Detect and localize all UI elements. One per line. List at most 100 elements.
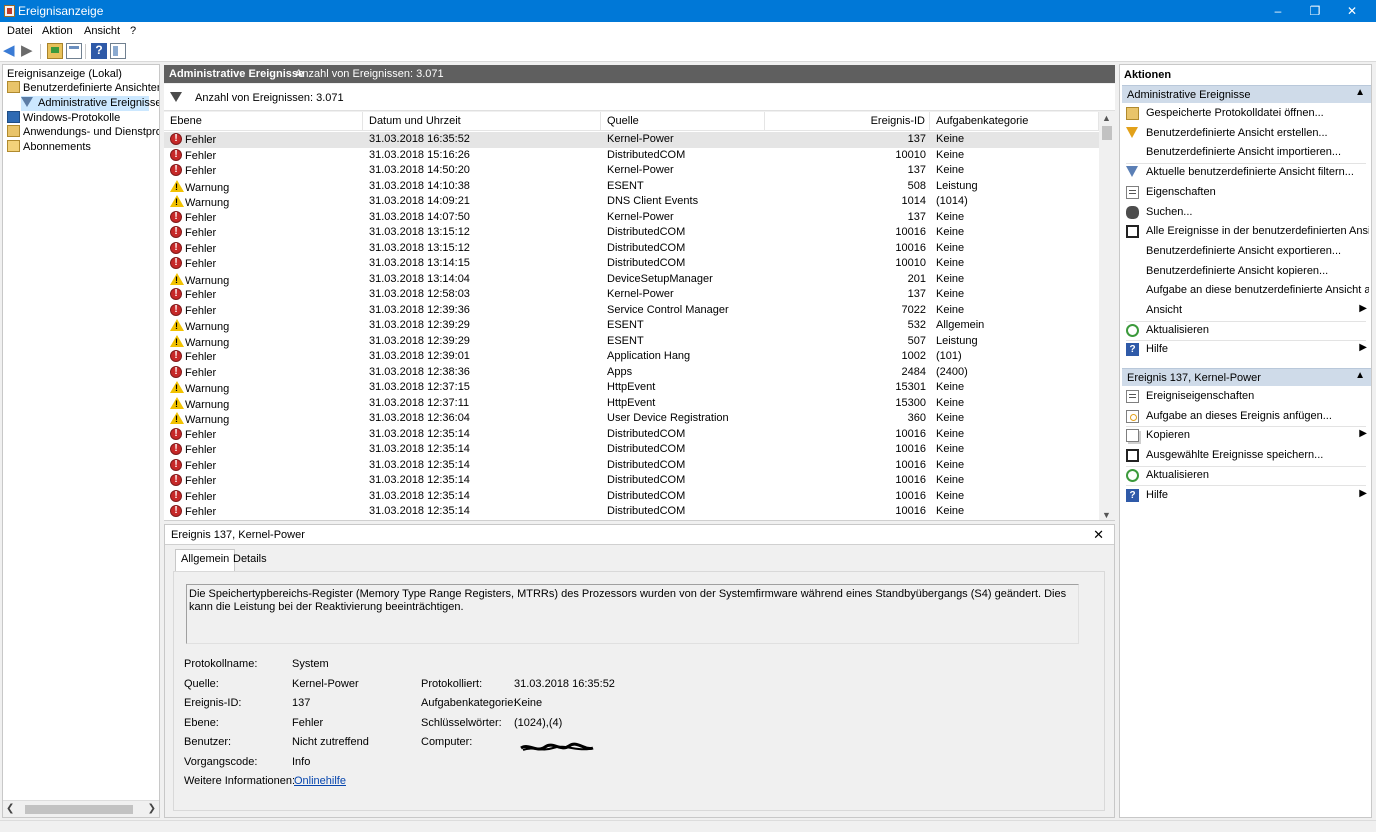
minimize-button[interactable]: – [1260,0,1296,22]
action-item[interactable]: ? Hilfe ▶ [1126,487,1369,505]
table-row[interactable]: Warnung 31.03.2018 12:37:15 HttpEvent 15301… [164,380,1099,396]
close-button[interactable]: ✕ [1334,0,1370,22]
table-row[interactable]: Fehler 31.03.2018 12:35:14 DistributedCOM 1… [164,458,1099,474]
table-row[interactable]: Warnung 31.03.2018 12:36:04 User Device Re… [164,411,1099,427]
action-item[interactable]: Aufgabe an diese benutzerdefinierte Ansi… [1126,282,1369,300]
help-icon[interactable]: ? [91,43,107,59]
action-item[interactable]: Benutzerdefinierte Ansicht importieren..… [1126,144,1369,162]
menu-ansicht[interactable]: Ansicht [84,25,120,37]
table-row[interactable]: Fehler 31.03.2018 12:39:36 Service Control… [164,303,1099,319]
table-row[interactable]: Fehler 31.03.2018 12:35:14 DistributedCOM 1… [164,473,1099,489]
tree-item-custom-views[interactable]: Benutzerdefinierte Ansichten [7,81,159,96]
maximize-button[interactable]: ❐ [1297,0,1333,22]
scrollbar-thumb[interactable] [1102,126,1112,140]
collapse-icon[interactable]: ▲ [1355,87,1365,98]
table-row[interactable]: Warnung 31.03.2018 13:14:04 DeviceSetupMan… [164,272,1099,288]
back-arrow-icon[interactable]: ◀ [3,43,19,59]
action-label: Hilfe [1146,343,1169,356]
menu-help[interactable]: ? [130,25,136,37]
table-row[interactable]: Warnung 31.03.2018 12:39:29 ESENT 507 Leistu… [164,334,1099,350]
table-row[interactable]: Fehler 31.03.2018 13:14:15 DistributedCOM 1… [164,256,1099,272]
table-row[interactable]: Fehler 31.03.2018 12:35:14 DistributedCOM 1… [164,442,1099,458]
event-description[interactable]: Die Speichertypbereichs-Register (Memory… [186,584,1079,644]
toolbar: ◀ ▶ ? [0,40,1376,62]
table-row[interactable]: Warnung 31.03.2018 12:37:11 HttpEvent 15300… [164,396,1099,412]
scroll-down-icon[interactable]: ▼ [1102,510,1111,520]
action-item[interactable]: Kopieren ▶ [1126,427,1369,445]
filter-icon[interactable] [170,92,182,102]
collapse-icon[interactable]: ▲ [1355,370,1365,381]
table-row[interactable]: Fehler 31.03.2018 12:35:14 DistributedCOM 1… [164,489,1099,505]
cell-date: 31.03.2018 12:35:14 [369,458,470,471]
column-header-category[interactable]: Aufgabenkategorie [930,112,1099,131]
column-header-date[interactable]: Datum und Uhrzeit [363,112,601,131]
table-row[interactable]: Fehler 31.03.2018 14:50:20 Kernel-Power 137… [164,163,1099,179]
action-item[interactable]: Aktuelle benutzerdefinierte Ansicht filt… [1126,164,1369,182]
field-value-logged: 31.03.2018 16:35:52 [514,678,615,690]
action-item[interactable]: Benutzerdefinierte Ansicht erstellen... [1126,125,1369,143]
forward-arrow-icon[interactable]: ▶ [21,43,37,59]
cell-category: Leistung [936,334,978,347]
table-row[interactable]: Fehler 31.03.2018 13:15:12 DistributedCOM 1… [164,241,1099,257]
menu-aktion[interactable]: Aktion [42,25,73,37]
action-item[interactable]: Aktualisieren [1126,467,1369,485]
action-item[interactable]: Benutzerdefinierte Ansicht exportieren..… [1126,243,1369,261]
actions-section-event[interactable]: Ereignis 137, Kernel-Power ▲ [1122,368,1371,386]
scrollbar-thumb[interactable] [25,805,133,814]
table-row[interactable]: Fehler 31.03.2018 14:07:50 Kernel-Power 137… [164,210,1099,226]
action-item[interactable]: Alle Ereignisse in der benutzerdefiniert… [1126,223,1369,241]
actions-section-admin-events[interactable]: Administrative Ereignisse ▲ [1122,85,1371,103]
action-label: Aktuelle benutzerdefinierte Ansicht filt… [1146,166,1354,179]
tree-item-admin-events[interactable]: Administrative Ereignisse [21,96,159,111]
close-icon[interactable]: ✕ [1093,527,1104,543]
action-item[interactable]: Ereigniseigenschaften [1126,388,1369,406]
action-item[interactable]: Ansicht ▶ [1126,302,1369,320]
action-item[interactable]: Aufgabe an dieses Ereignis anfügen... [1126,408,1369,426]
tree-item-app-logs[interactable]: Anwendungs- und Dienstproto [7,125,159,140]
action-item[interactable]: Eigenschaften [1126,184,1369,202]
properties-icon[interactable] [66,43,82,59]
table-row[interactable]: Fehler 31.03.2018 15:16:26 DistributedCOM 1… [164,148,1099,164]
table-row[interactable]: Fehler 31.03.2018 12:35:14 DistributedCOM 1… [164,427,1099,443]
table-row[interactable]: Fehler 31.03.2018 13:15:12 DistributedCOM 1… [164,225,1099,241]
action-label: Aktualisieren [1146,468,1209,481]
table-row[interactable]: Fehler 31.03.2018 12:38:36 Apps 2484 (2400) [164,365,1099,381]
table-row[interactable]: Warnung 31.03.2018 14:10:38 ESENT 508 Leistu… [164,179,1099,195]
table-row[interactable]: Warnung 31.03.2018 14:09:21 DNS Client Eve… [164,194,1099,210]
scroll-left-icon[interactable]: ❮ [6,803,14,814]
tab-details[interactable]: Details [228,550,272,570]
field-value-source: Kernel-Power [292,678,359,690]
tree-horizontal-scrollbar[interactable]: ❮ ❯ [3,800,159,817]
warning-icon [170,412,184,426]
cell-date: 31.03.2018 12:35:14 [369,443,470,455]
table-row[interactable]: Fehler 31.03.2018 12:58:03 Kernel-Power 137… [164,287,1099,303]
action-item[interactable]: Aktualisieren [1126,322,1369,340]
cell-id: 1014 [901,195,926,207]
up-folder-icon[interactable] [47,43,63,59]
cell-category: Keine [936,458,965,471]
column-header-event-id[interactable]: Ereignis-ID [765,112,930,131]
action-item[interactable]: Benutzerdefinierte Ansicht kopieren... [1126,263,1369,281]
tree-item-root[interactable]: Ereignisanzeige (Lokal) [7,67,122,82]
table-row[interactable]: Fehler 31.03.2018 12:35:14 DistributedCOM 1… [164,504,1099,520]
table-row[interactable]: Warnung 31.03.2018 12:39:29 ESENT 532 Allgem… [164,318,1099,334]
column-header-source[interactable]: Quelle [601,112,765,131]
table-row[interactable]: Fehler 31.03.2018 12:39:01 Application Han… [164,349,1099,365]
action-item[interactable]: Gespeicherte Protokolldatei öffnen... [1126,105,1369,123]
action-item[interactable]: ? Hilfe ▶ [1126,341,1369,359]
column-header-level[interactable]: Ebene [164,112,363,131]
tree-item-windows-logs[interactable]: Windows-Protokolle [7,111,120,126]
show-hide-pane-icon[interactable] [110,43,126,59]
scroll-right-icon[interactable]: ❯ [148,803,156,814]
field-label-logged: Protokolliert: [421,678,483,690]
tab-allgemein[interactable]: Allgemein [175,549,236,571]
table-row[interactable]: Fehler 31.03.2018 16:35:52 Kernel-Power 137… [164,132,1099,148]
scroll-up-icon[interactable]: ▲ [1102,113,1111,123]
table-vertical-scrollbar[interactable]: ▲ ▼ [1099,112,1115,520]
action-item[interactable]: Suchen... [1126,204,1369,222]
action-item[interactable]: Ausgewählte Ereignisse speichern... [1126,447,1369,465]
online-help-link[interactable]: Onlinehilfe [294,775,346,787]
detail-general-body: Die Speichertypbereichs-Register (Memory… [173,571,1105,811]
tree-item-subscriptions[interactable]: Abonnements [7,140,91,155]
menu-datei[interactable]: Datei [7,25,33,37]
